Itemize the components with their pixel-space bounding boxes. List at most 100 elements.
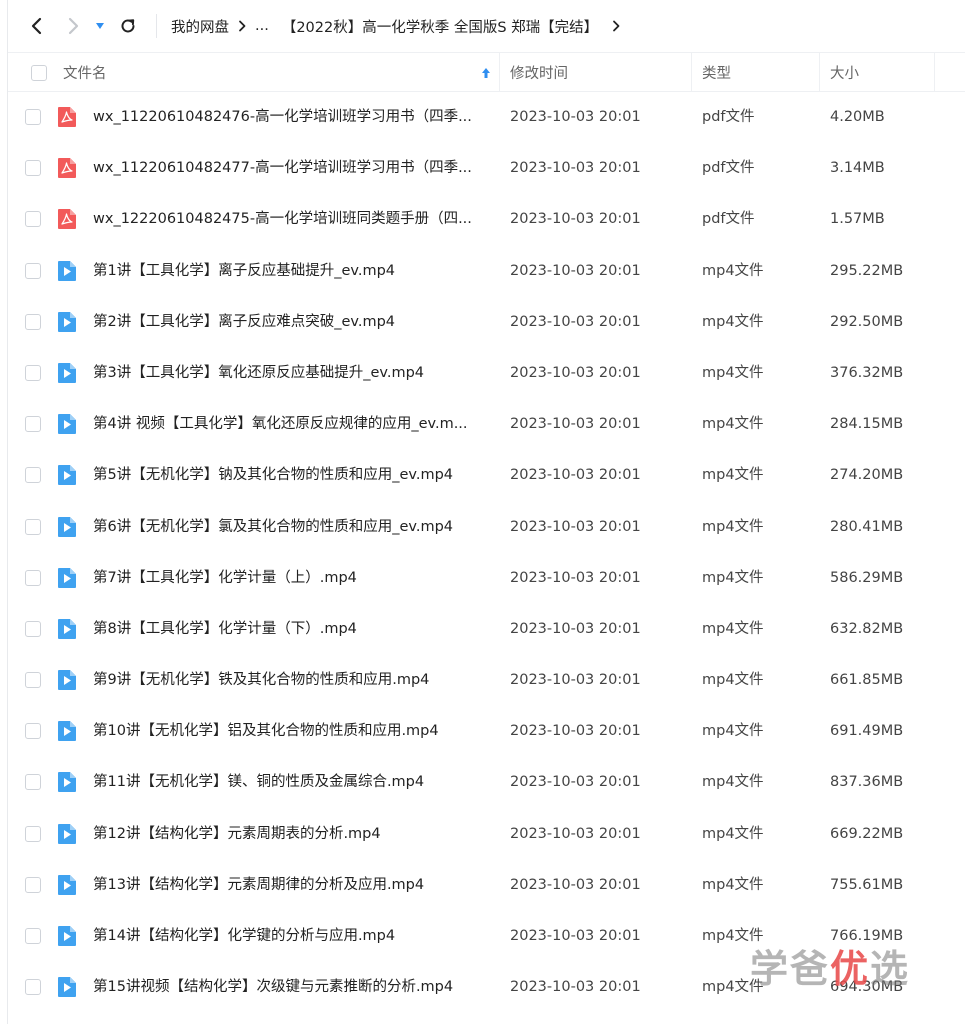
breadcrumb-chevron-icon	[238, 20, 246, 32]
column-header-modified[interactable]: 修改时间	[510, 53, 568, 92]
row-checkbox[interactable]	[25, 467, 41, 484]
sort-ascending-icon[interactable]	[481, 53, 491, 92]
file-size: 586.29MB	[830, 569, 904, 586]
file-row[interactable]: wx_11220610482476-高一化学培训班学习用书（四季... 2023-…	[8, 92, 965, 143]
file-name[interactable]: 第15讲视频【结构化学】次级键与元素推断的分析.mp4	[93, 962, 491, 1013]
row-checkbox[interactable]	[25, 672, 41, 689]
file-size: 284.15MB	[830, 416, 904, 433]
row-checkbox[interactable]	[25, 364, 41, 381]
file-name[interactable]: 第6讲【无机化学】氯及其化合物的性质和应用_ev.mp4	[93, 502, 491, 553]
breadcrumb-root[interactable]: 我的网盘	[171, 16, 229, 37]
file-modified-date: 2023-10-03 20:01	[510, 723, 641, 740]
file-row[interactable]: 第6讲【无机化学】氯及其化合物的性质和应用_ev.mp4 2023-10-03 2…	[8, 502, 965, 553]
file-size: 669.22MB	[830, 825, 904, 842]
file-row[interactable]: 第11讲【无机化学】镁、铜的性质及金属综合.mp4 2023-10-03 20:0…	[8, 757, 965, 808]
video-file-icon	[57, 669, 77, 691]
file-row[interactable]: 第3讲【工具化学】氧化还原反应基础提升_ev.mp4 2023-10-03 20:…	[8, 348, 965, 399]
video-file-icon	[57, 413, 77, 435]
file-name[interactable]: wx_12220610482475-高一化学培训班同类题手册（四...	[93, 194, 491, 245]
file-type: mp4文件	[702, 262, 764, 279]
breadcrumb-current-folder[interactable]: 【2022秋】高一化学秋季 全国版S 郑瑞【完结】	[282, 16, 598, 37]
file-type: mp4文件	[702, 313, 764, 330]
nav-separator	[156, 14, 157, 38]
file-name[interactable]: 第3讲【工具化学】氧化还原反应基础提升_ev.mp4	[93, 348, 491, 399]
file-row[interactable]: 第2讲【工具化学】离子反应难点突破_ev.mp4 2023-10-03 20:01…	[8, 297, 965, 348]
column-header-type[interactable]: 类型	[702, 53, 731, 92]
video-file-icon	[57, 311, 77, 333]
file-name[interactable]: 第13讲【结构化学】元素周期律的分析及应用.mp4	[93, 860, 491, 911]
row-checkbox[interactable]	[25, 876, 41, 893]
column-modified-label: 修改时间	[510, 66, 568, 82]
file-size: 3.14MB	[830, 160, 885, 177]
file-modified-date: 2023-10-03 20:01	[510, 569, 641, 586]
row-checkbox[interactable]	[25, 313, 41, 330]
breadcrumb-ellipsis[interactable]: ...	[255, 18, 269, 34]
row-checkbox[interactable]	[25, 979, 41, 996]
row-checkbox[interactable]	[25, 723, 41, 740]
file-modified-date: 2023-10-03 20:01	[510, 313, 641, 330]
file-size: 376.32MB	[830, 364, 904, 381]
video-file-icon	[57, 925, 77, 947]
file-modified-date: 2023-10-03 20:01	[510, 416, 641, 433]
column-header-size[interactable]: 大小	[830, 53, 859, 92]
file-row[interactable]: 第1讲【工具化学】离子反应基础提升_ev.mp4 2023-10-03 20:01…	[8, 246, 965, 297]
row-checkbox[interactable]	[25, 928, 41, 944]
back-button[interactable]	[20, 10, 52, 42]
video-file-icon	[57, 874, 77, 896]
file-name[interactable]: 第8讲【工具化学】化学计量（下）.mp4	[93, 604, 491, 655]
file-type: pdf文件	[702, 211, 755, 228]
file-row[interactable]: 第7讲【工具化学】化学计量（上）.mp4 2023-10-03 20:01 mp4文…	[8, 553, 965, 604]
file-name[interactable]: wx_11220610482477-高一化学培训班学习用书（四季...	[93, 143, 491, 194]
file-name[interactable]: 第12讲【结构化学】元素周期表的分析.mp4	[93, 809, 491, 860]
file-name[interactable]: 第1讲【工具化学】离子反应基础提升_ev.mp4	[93, 246, 491, 297]
file-modified-date: 2023-10-03 20:01	[510, 262, 641, 279]
row-checkbox[interactable]	[25, 262, 41, 279]
video-file-icon	[57, 618, 77, 640]
file-name[interactable]: 第7讲【工具化学】化学计量（上）.mp4	[93, 553, 491, 604]
file-name[interactable]: 第11讲【无机化学】镁、铜的性质及金属综合.mp4	[93, 757, 491, 808]
forward-button[interactable]	[58, 10, 90, 42]
file-name[interactable]: 第9讲【无机化学】铁及其化合物的性质和应用.mp4	[93, 655, 491, 706]
row-checkbox[interactable]	[25, 160, 41, 177]
row-checkbox[interactable]	[25, 109, 41, 125]
file-row[interactable]: wx_12220610482475-高一化学培训班同类题手册（四... 2023-…	[8, 194, 965, 245]
file-modified-date: 2023-10-03 20:01	[510, 928, 641, 944]
file-name[interactable]: 第4讲 视频【工具化学】氧化还原反应规律的应用_ev.m...	[93, 399, 491, 450]
row-checkbox[interactable]	[25, 211, 41, 228]
file-row[interactable]: 第13讲【结构化学】元素周期律的分析及应用.mp4 2023-10-03 20:0…	[8, 860, 965, 911]
file-row[interactable]: 第4讲 视频【工具化学】氧化还原反应规律的应用_ev.m... 2023-10-0…	[8, 399, 965, 450]
file-size: 280.41MB	[830, 518, 904, 535]
row-checkbox[interactable]	[25, 416, 41, 433]
file-row[interactable]: 第8讲【工具化学】化学计量（下）.mp4 2023-10-03 20:01 mp4文…	[8, 604, 965, 655]
row-checkbox[interactable]	[25, 518, 41, 535]
pdf-file-icon	[57, 208, 77, 230]
file-modified-date: 2023-10-03 20:01	[510, 518, 641, 535]
select-all-checkbox[interactable]	[31, 64, 47, 81]
file-type: mp4文件	[702, 620, 764, 637]
history-dropdown-button[interactable]	[90, 10, 110, 42]
file-row[interactable]: 第12讲【结构化学】元素周期表的分析.mp4 2023-10-03 20:01 mp…	[8, 809, 965, 860]
file-type: mp4文件	[702, 416, 764, 433]
file-name[interactable]: wx_11220610482476-高一化学培训班学习用书（四季...	[93, 92, 491, 143]
row-checkbox[interactable]	[25, 569, 41, 586]
file-name[interactable]: 第14讲【结构化学】化学键的分析与应用.mp4	[93, 911, 491, 962]
file-name[interactable]: 第2讲【工具化学】离子反应难点突破_ev.mp4	[93, 297, 491, 348]
file-row[interactable]: 第9讲【无机化学】铁及其化合物的性质和应用.mp4 2023-10-03 20:0…	[8, 655, 965, 706]
file-type: mp4文件	[702, 569, 764, 586]
top-nav-bar: 我的网盘 ... 【2022秋】高一化学秋季 全国版S 郑瑞【完结】	[8, 0, 965, 52]
column-divider	[499, 53, 500, 92]
file-name[interactable]: 第5讲【无机化学】钠及其化合物的性质和应用_ev.mp4	[93, 450, 491, 501]
file-row[interactable]: 第10讲【无机化学】铝及其化合物的性质和应用.mp4 2023-10-03 20:…	[8, 706, 965, 757]
row-checkbox[interactable]	[25, 774, 41, 791]
breadcrumb-chevron-icon[interactable]	[612, 20, 620, 32]
row-checkbox[interactable]	[25, 825, 41, 842]
file-size: 837.36MB	[830, 774, 904, 791]
file-modified-date: 2023-10-03 20:01	[510, 160, 641, 177]
file-row[interactable]: wx_11220610482477-高一化学培训班学习用书（四季... 2023-…	[8, 143, 965, 194]
file-name[interactable]: 第10讲【无机化学】铝及其化合物的性质和应用.mp4	[93, 706, 491, 757]
refresh-button[interactable]	[112, 10, 144, 42]
column-name-label: 文件名	[63, 66, 107, 82]
row-checkbox[interactable]	[25, 620, 41, 637]
file-row[interactable]: 第5讲【无机化学】钠及其化合物的性质和应用_ev.mp4 2023-10-03 2…	[8, 450, 965, 501]
column-header-name[interactable]: 文件名	[63, 53, 107, 92]
